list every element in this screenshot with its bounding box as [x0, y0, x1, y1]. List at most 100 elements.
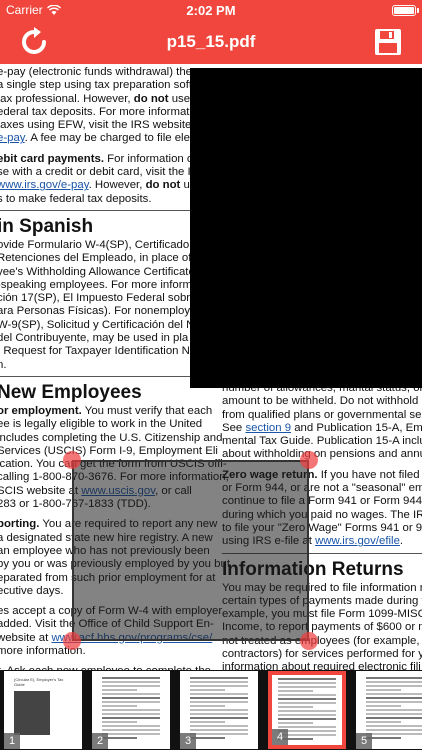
thumbnail-text-line — [102, 713, 160, 715]
thumbnail-text-line — [366, 709, 422, 711]
selection-handle-top-left[interactable] — [63, 451, 81, 469]
thumbnail-text-line — [366, 697, 422, 699]
thumbnail-cover-title: (Circular E), Employer's Tax Guide — [14, 677, 64, 687]
page-thumbnail-2[interactable]: 2 — [92, 671, 170, 749]
thumbnail-text-line — [366, 713, 422, 715]
text-run: ecutive days. — [0, 584, 64, 597]
selection-handle-bottom-right[interactable] — [300, 632, 318, 650]
text-run: and Publication 15-A, Emplo — [294, 421, 422, 434]
status-time: 2:02 PM — [186, 2, 236, 18]
text-run: a single step using tax preparation soft… — [0, 79, 201, 92]
text-line: e-pay (electronic funds withdrawal) the — [0, 66, 212, 79]
page-thumbnail-3[interactable]: 3 — [180, 671, 258, 749]
section-rule — [0, 206, 212, 215]
text-run: n. — [0, 358, 7, 371]
thumbnail-text-line — [366, 701, 422, 703]
text-line: n. — [0, 359, 212, 372]
wifi-icon — [46, 5, 61, 15]
thumbnail-text-line — [102, 689, 137, 691]
text-line: information about required electronic fi… — [222, 661, 422, 670]
text-run: se with a credit or debit card, visit th… — [0, 166, 191, 179]
thumbnail-text-line — [190, 733, 248, 735]
redaction-box[interactable] — [190, 68, 422, 388]
thumbnail-text-line — [102, 697, 160, 699]
text-line: W-9(SP), Solicitud y Certificación del N… — [0, 319, 216, 332]
hyperlink[interactable]: www.irs.gov/efile — [315, 535, 400, 547]
battery-icon — [392, 4, 419, 16]
text-run: You must verify that each — [81, 404, 213, 417]
text-line: taxes using EFW, visit the IRS website — [0, 119, 212, 132]
text-run: yee's Withholding Allowance Certificate, — [0, 265, 198, 278]
text-run: See — [222, 421, 246, 434]
text-run: about withholding on pensions and annuit… — [222, 448, 422, 461]
thumbnail-text-line — [366, 677, 422, 679]
text-run: ee is legally eligible to work in the Un… — [0, 418, 203, 431]
text-run: includes completing the U.S. Citizenship… — [0, 431, 223, 444]
thumbnail-text-line — [102, 705, 137, 707]
section-heading: in Spanish — [0, 215, 94, 237]
nav-bar: p15_15.pdf — [0, 20, 422, 64]
text-run: . — [399, 535, 404, 548]
text-line: ara Personas Físicas). For nonemployee — [0, 305, 212, 318]
thumbnail-text-line — [278, 722, 313, 724]
hyperlink[interactable]: e-pay — [0, 132, 25, 144]
thumbnail-text-line — [190, 705, 225, 707]
text-run: contractors) for services performed for … — [222, 648, 422, 661]
selection-handle-bottom-left[interactable] — [63, 632, 81, 650]
text-run: from qualified plans or governmental sec… — [222, 408, 422, 421]
text-line: See section 9 and Publication 15-A, Empl… — [222, 422, 422, 435]
reload-button[interactable] — [18, 26, 50, 58]
text-run: del Contribuyente, may be used in pla — [0, 332, 189, 345]
thumbnail-text-line — [102, 681, 160, 683]
thumbnail-text-line — [190, 677, 248, 679]
thumbnail-text-line — [278, 718, 336, 720]
text-line: ción 17(SP), El Impuesto Federal sobre — [0, 292, 212, 305]
thumbnail-text-line — [366, 725, 422, 727]
text-run: SCIS website at — [0, 484, 82, 497]
thumbnail-text-line — [102, 701, 160, 703]
selection-handle-top-right[interactable] — [300, 451, 318, 469]
thumbnail-text-line — [102, 709, 160, 711]
text-run: s to make federal tax deposits. — [0, 192, 152, 205]
text-run: e-pay (electronic funds withdrawal) the — [0, 66, 192, 78]
text-line: includes completing the U.S. Citizenship… — [0, 432, 222, 445]
thumbnail-text-line — [278, 682, 336, 684]
hyperlink[interactable]: section 9 — [245, 422, 291, 434]
text-run: . However, — [88, 179, 146, 192]
thumbnail-text-line — [278, 678, 336, 680]
text-line: ebit card payments. For information on p… — [0, 152, 215, 166]
bold-run: do not — [145, 179, 181, 192]
text-line: ovide Formulario W-4(SP), Certificado — [0, 239, 212, 252]
thumbnail-text-line — [366, 721, 401, 723]
thumbnail-text-line — [366, 685, 422, 687]
thumbnail-text-line — [278, 726, 336, 728]
thumbnail-text-line — [278, 706, 313, 708]
hyperlink[interactable]: www.irs.gov/e-pay — [0, 179, 89, 191]
page-thumbnail-4[interactable]: 4 — [268, 671, 346, 749]
text-run: information about required electronic fi… — [222, 661, 421, 670]
thumbnail-text-line — [102, 677, 160, 679]
thumbnail-text-line — [190, 689, 225, 691]
thumbnail-strip[interactable]: (Circular E), Employer's Tax Guide 1 2 3 4 5 — [0, 670, 422, 750]
thumbnail-page-number: 1 — [4, 733, 20, 749]
save-button[interactable] — [372, 26, 404, 58]
thumbnail-text-line — [102, 717, 160, 719]
page-thumbnail-5[interactable]: 5 — [356, 671, 422, 749]
thumbnail-text-line — [278, 714, 336, 716]
bold-run: ebit card payments. — [0, 152, 104, 165]
text-line: mental Tax Guide. Publication 15-A inclu… — [222, 435, 422, 448]
selection-box[interactable] — [72, 460, 309, 641]
status-bar: Carrier 2:02 PM — [0, 0, 422, 20]
thumbnail-text-line — [190, 725, 248, 727]
thumbnail-text-line — [190, 685, 248, 687]
text-run: ovide Formulario W-4(SP), Certificado — [0, 238, 190, 251]
thumbnail-text-line — [190, 701, 248, 703]
thumbnail-text-line — [278, 690, 313, 692]
text-line: -speaking employees. For more informatio — [0, 279, 212, 292]
thumbnail-text-line — [190, 693, 248, 695]
text-line: tax professional. However, do not use EF — [0, 93, 212, 106]
page-thumbnail-1[interactable]: (Circular E), Employer's Tax Guide 1 — [4, 671, 82, 749]
thumbnail-text-line — [102, 725, 160, 727]
text-line: from qualified plans or governmental sec… — [222, 409, 422, 422]
thumbnail-text-line — [102, 685, 160, 687]
